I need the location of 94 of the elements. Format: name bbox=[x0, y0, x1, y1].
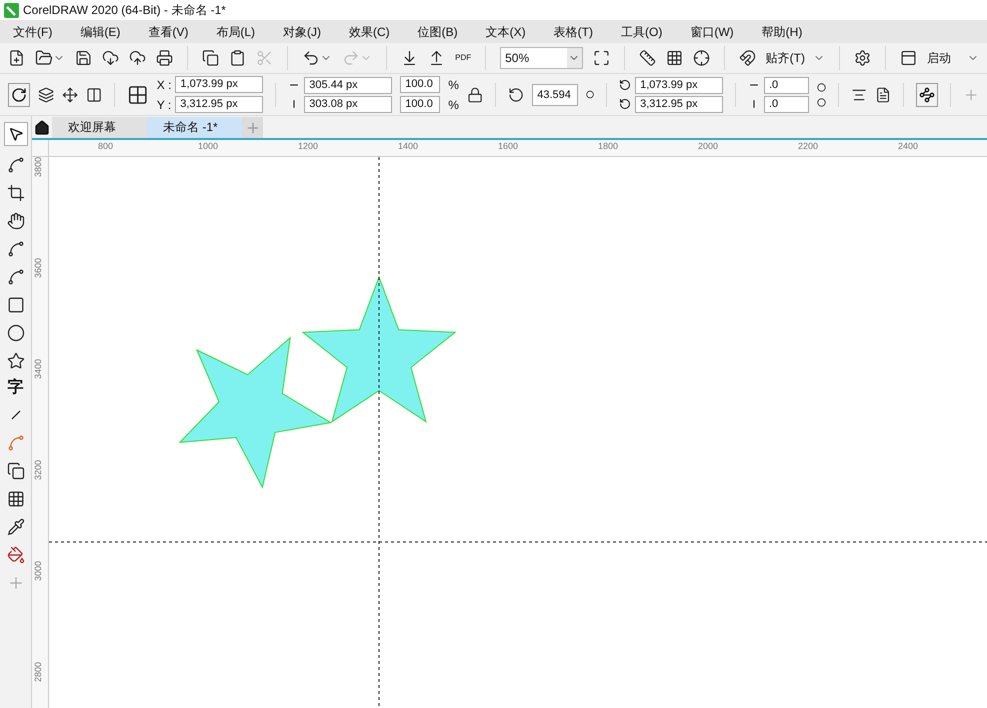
clipboard-icon[interactable] bbox=[229, 49, 246, 67]
app-logo-icon bbox=[4, 2, 19, 18]
transform-icon[interactable] bbox=[62, 86, 78, 104]
full-screen-icon[interactable] bbox=[592, 49, 610, 67]
menu-item[interactable]: 文本(X) bbox=[476, 22, 535, 40]
ruler-label: 3000 bbox=[32, 560, 44, 581]
center-x-icon bbox=[619, 79, 632, 91]
home-icon bbox=[34, 120, 50, 136]
angle-field[interactable]: 43.594 bbox=[532, 84, 578, 106]
menu-item[interactable]: 工具(O) bbox=[612, 22, 672, 40]
menu-item[interactable]: 对象(J) bbox=[274, 22, 330, 40]
new-document-icon[interactable] bbox=[8, 49, 26, 67]
rotate-mode-button[interactable] bbox=[8, 82, 30, 106]
save-icon[interactable] bbox=[75, 49, 92, 67]
menu-item[interactable]: 窗口(W) bbox=[681, 22, 743, 40]
window-title: CorelDRAW 2020 (64-Bit) - 未命名 -1* bbox=[23, 2, 226, 19]
center-x-field[interactable]: 1,073.99 px bbox=[635, 76, 724, 94]
eyedropper-tool-icon[interactable] bbox=[6, 518, 24, 536]
menu-item[interactable]: 表格(T) bbox=[544, 22, 602, 40]
vertical-guideline[interactable] bbox=[378, 157, 380, 708]
horizontal-skew-field[interactable]: .0 bbox=[764, 76, 809, 94]
ellipse-tool-icon[interactable] bbox=[6, 324, 24, 342]
rotate-icon bbox=[10, 86, 27, 102]
menu-item[interactable]: 位图(B) bbox=[408, 22, 467, 40]
menu-item[interactable]: 查看(V) bbox=[139, 22, 198, 40]
curve-tool-icon[interactable] bbox=[6, 268, 24, 286]
radio-icon[interactable] bbox=[586, 90, 594, 99]
text-tool-button[interactable]: 字 bbox=[8, 380, 24, 396]
percent-label: % bbox=[448, 76, 459, 94]
ruler-label: 1800 bbox=[598, 140, 618, 153]
ruler-label: 3400 bbox=[32, 358, 44, 379]
scale-x-field[interactable]: 100.0 bbox=[400, 76, 440, 93]
window-icon[interactable] bbox=[900, 49, 917, 67]
pick-tool-button[interactable] bbox=[4, 122, 28, 146]
shape-tool-icon[interactable] bbox=[6, 156, 24, 174]
freehand-tool-icon[interactable] bbox=[6, 240, 24, 258]
grid-icon[interactable] bbox=[666, 49, 683, 67]
ruler-label: 800 bbox=[98, 140, 114, 153]
y-label: Y : bbox=[156, 96, 172, 114]
y-position-field[interactable]: 3,312.95 px bbox=[175, 96, 264, 113]
ruler-label: 3600 bbox=[32, 258, 44, 278]
ruler-label: 1200 bbox=[298, 140, 318, 153]
menu-item[interactable]: 编辑(E) bbox=[71, 22, 130, 40]
pointer-icon bbox=[8, 126, 24, 142]
ruler-label: 2000 bbox=[698, 140, 718, 153]
x-position-field[interactable]: 1,073.99 px bbox=[175, 76, 264, 93]
ruler-label: 2400 bbox=[898, 140, 918, 153]
menu-item[interactable]: 文件(F) bbox=[4, 22, 62, 40]
ruler-label: 1600 bbox=[498, 140, 518, 153]
launch-dropdown[interactable]: 启动 bbox=[926, 49, 979, 67]
height-field[interactable]: 303.08 px bbox=[304, 96, 392, 112]
menu-item[interactable]: 布局(L) bbox=[207, 22, 264, 40]
width-field[interactable]: 305.44 px bbox=[304, 76, 392, 94]
center-y-icon bbox=[619, 98, 632, 110]
shadow-tool-icon[interactable] bbox=[6, 462, 24, 480]
ruler-label: 2800 bbox=[32, 662, 44, 682]
rectangle-tool-icon[interactable] bbox=[6, 296, 24, 314]
lock-ratio-icon[interactable] bbox=[466, 86, 484, 104]
plus-icon bbox=[244, 120, 260, 136]
copy-icon[interactable] bbox=[202, 49, 220, 67]
percent-label: % bbox=[448, 96, 459, 114]
crop-tool-icon[interactable] bbox=[6, 184, 24, 202]
rotation-icon[interactable] bbox=[508, 86, 524, 104]
cloud-upload-icon[interactable] bbox=[129, 49, 146, 67]
ruler-label: 2200 bbox=[798, 140, 818, 153]
menu-item[interactable]: 帮助(H) bbox=[752, 22, 812, 40]
dots-button[interactable] bbox=[916, 82, 938, 106]
ruler-icon[interactable] bbox=[638, 49, 656, 67]
pdf-export-button[interactable]: PDF bbox=[455, 54, 472, 62]
snap-dropdown[interactable]: 贴齐(T) bbox=[766, 49, 825, 67]
fill-tool-icon[interactable] bbox=[6, 546, 24, 564]
x-label: X : bbox=[156, 76, 172, 94]
connector-tool-icon[interactable] bbox=[6, 434, 24, 452]
ruler-label: 1000 bbox=[198, 140, 218, 153]
ruler-label: 3200 bbox=[32, 460, 44, 480]
guidelines-icon[interactable] bbox=[692, 49, 710, 67]
print-icon[interactable] bbox=[156, 49, 174, 67]
cloud-download-icon[interactable] bbox=[102, 49, 120, 67]
document-tab[interactable]: 欢迎屏幕 bbox=[52, 117, 147, 138]
menu-item[interactable]: 效果(C) bbox=[340, 22, 399, 40]
scale-y-field[interactable]: 100.0 bbox=[400, 96, 440, 113]
nodes-icon bbox=[919, 86, 935, 102]
ruler-label: 1400 bbox=[398, 140, 418, 153]
zoom-dropdown[interactable]: 50% bbox=[500, 47, 583, 69]
pan-tool-icon[interactable] bbox=[6, 212, 24, 230]
document-tab[interactable]: 未命名 -1* bbox=[147, 117, 242, 138]
center-y-field[interactable]: 3,312.95 px bbox=[635, 96, 724, 112]
ruler-label: 3800 bbox=[32, 156, 44, 177]
settings-icon[interactable] bbox=[854, 49, 871, 67]
undo-icon[interactable] bbox=[302, 49, 320, 67]
star-tool-icon[interactable] bbox=[6, 352, 24, 370]
vertical-skew-field[interactable]: .0 bbox=[764, 96, 809, 112]
snap-icon[interactable] bbox=[738, 49, 756, 67]
open-folder-icon[interactable] bbox=[35, 49, 54, 67]
